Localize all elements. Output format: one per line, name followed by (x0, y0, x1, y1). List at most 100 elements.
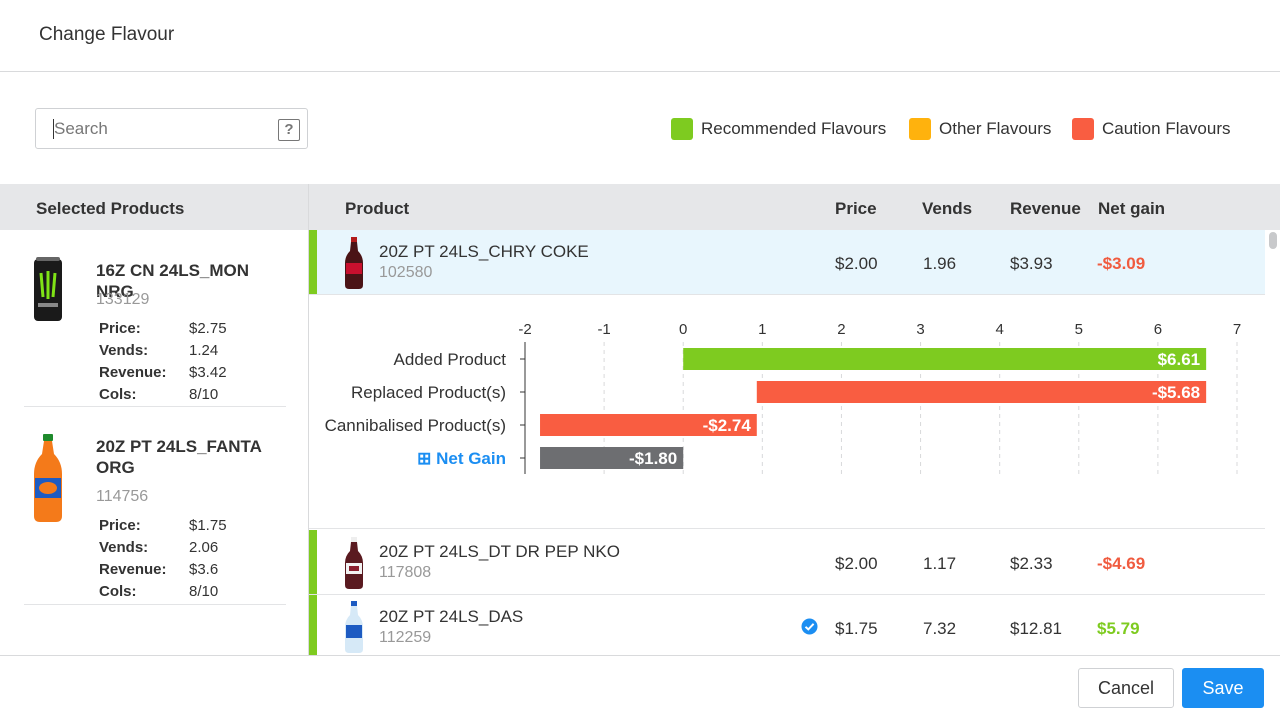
category-label: Added Product (394, 350, 507, 369)
x-tick-label: 4 (995, 321, 1003, 338)
price-value: $1.75 (189, 517, 227, 534)
column-header-vends[interactable]: Vends (922, 199, 972, 219)
revenue-cell: $3.93 (1010, 254, 1053, 273)
waterfall-chart-svg: -2 -1 0 1 2 3 4 5 6 7 Added Product Replaced Produc… (325, 321, 1241, 474)
monster-can-icon (34, 257, 62, 321)
table-row[interactable]: 20Z PT 24LS_CHRY COKE 102580 $2.00 1.96 … (309, 230, 1265, 295)
revenue-label: Revenue: (99, 561, 167, 578)
revenue-cell: $12.81 (1010, 619, 1062, 638)
cancel-button[interactable]: Cancel (1078, 668, 1174, 708)
price-cell: $2.00 (835, 254, 878, 273)
price-value: $2.75 (189, 320, 227, 337)
revenue-label: Revenue: (99, 364, 167, 381)
scrollbar-thumb[interactable] (1269, 232, 1277, 249)
cols-label: Cols: (99, 583, 137, 600)
text-caret (53, 119, 54, 139)
net-gain-cell: -$4.69 (1097, 554, 1146, 573)
x-tick-label: 5 (1075, 321, 1083, 338)
legend-other: Other Flavours (909, 118, 1051, 140)
dialog-title: Change Flavour (39, 24, 175, 45)
dialog-header: Change Flavour (0, 0, 1280, 72)
recommended-indicator (309, 595, 317, 656)
search-box[interactable]: ? (35, 108, 308, 149)
vends-cell: 1.96 (923, 254, 957, 273)
column-header-net-gain[interactable]: Net gain (1098, 199, 1165, 219)
cols-label: Cols: (99, 386, 137, 403)
vends-cell: 1.17 (923, 554, 957, 573)
search-input[interactable] (54, 118, 274, 140)
x-tick-label: 7 (1233, 321, 1241, 338)
revenue-cell: $2.33 (1010, 554, 1053, 573)
vends-label: Vends: (99, 342, 149, 359)
category-label: Cannibalised Product(s) (325, 416, 506, 435)
x-tick-label: 1 (758, 321, 766, 338)
product-code: 112259 (379, 629, 432, 646)
legend-label: Caution Flavours (1102, 119, 1231, 138)
product-code: 102580 (379, 264, 433, 281)
x-tick-label: 0 (679, 321, 687, 338)
legend-recommended: Recommended Flavours (671, 118, 886, 140)
cherry-coke-bottle-icon (345, 237, 363, 289)
fanta-bottle-icon (34, 434, 62, 522)
selected-product-card: 16Z CN 24LS_MON NRG 133129 Price: $2.75 … (24, 230, 286, 407)
product-name: 20Z PT 24LS_DT DR PEP NKO (379, 542, 620, 561)
vends-label: Vends: (99, 539, 149, 556)
column-header-price[interactable]: Price (835, 199, 877, 219)
legend-swatch-orange (909, 118, 931, 140)
legend-swatch-red (1072, 118, 1094, 140)
product-name: 20Z PT 24LS_DAS (379, 607, 524, 626)
bar-value-label: -$1.80 (629, 449, 677, 468)
cols-value: 8/10 (189, 583, 219, 600)
price-label: Price: (99, 320, 141, 337)
revenue-value: $3.6 (189, 561, 219, 578)
price-label: Price: (99, 517, 141, 534)
net-gain-chart: -2 -1 0 1 2 3 4 5 6 7 Added Product Replaced Produc… (309, 296, 1265, 529)
dr-pepper-bottle-icon (345, 537, 363, 589)
dasani-bottle-icon (345, 601, 363, 653)
category-label: Replaced Product(s) (351, 383, 506, 402)
column-header-revenue[interactable]: Revenue (1010, 199, 1081, 219)
x-tick-label: 3 (916, 321, 924, 338)
x-tick-label: -2 (518, 321, 531, 338)
selected-products-header: Selected Products (0, 184, 309, 230)
price-cell: $2.00 (835, 554, 878, 573)
product-code: 117808 (379, 564, 432, 581)
save-button[interactable]: Save (1182, 668, 1264, 708)
bar-value-label: -$5.68 (1152, 383, 1200, 402)
legend-label: Other Flavours (939, 119, 1052, 138)
table-row[interactable]: 20Z PT 24LS_DT DR PEP NKO 117808 $2.00 1… (309, 530, 1265, 595)
x-tick-label: 2 (837, 321, 845, 338)
product-name: 20Z PT 24LS_CHRY COKE (379, 242, 589, 261)
net-gain-cell: $5.79 (1097, 619, 1140, 638)
products-table-header: Product Price Vends Revenue Net gain (309, 184, 1280, 230)
product-code: 133129 (96, 291, 150, 308)
net-gain-toggle-label: ⊞ Net Gain (417, 449, 506, 468)
dialog-footer: Cancel Save (0, 655, 1280, 720)
cols-value: 8/10 (189, 386, 219, 403)
selected-product-card: 20Z PT 24LS_FANTA ORG 114756 Price: $1.7… (24, 407, 286, 605)
selected-products-title: Selected Products (36, 199, 185, 218)
recommended-indicator (309, 530, 317, 594)
bar-value-label: -$2.74 (703, 416, 752, 435)
x-tick-label: -1 (597, 321, 610, 338)
table-row[interactable]: 20Z PT 24LS_DAS 112259 $1.75 7.32 $12.81… (309, 595, 1265, 656)
legend-swatch-green (671, 118, 693, 140)
recommended-indicator (309, 230, 317, 294)
bar-value-label: $6.61 (1158, 350, 1201, 369)
net-gain-cell: -$3.09 (1097, 254, 1146, 273)
legend-caution: Caution Flavours (1072, 118, 1231, 140)
verified-check-icon (801, 618, 818, 635)
x-tick-label: 6 (1154, 321, 1162, 338)
product-code: 114756 (96, 488, 149, 505)
table-scrollbar[interactable] (1266, 230, 1280, 656)
product-name: 20Z PT 24LS_FANTA ORG (96, 437, 262, 477)
column-header-product[interactable]: Product (345, 199, 409, 219)
chart-bar (756, 381, 1207, 403)
legend-label: Recommended Flavours (701, 119, 887, 138)
price-cell: $1.75 (835, 619, 878, 638)
vends-cell: 7.32 (923, 619, 957, 638)
revenue-value: $3.42 (189, 364, 227, 381)
help-icon[interactable]: ? (278, 119, 300, 141)
vends-value: 1.24 (189, 342, 219, 359)
chart-bar (683, 348, 1207, 370)
